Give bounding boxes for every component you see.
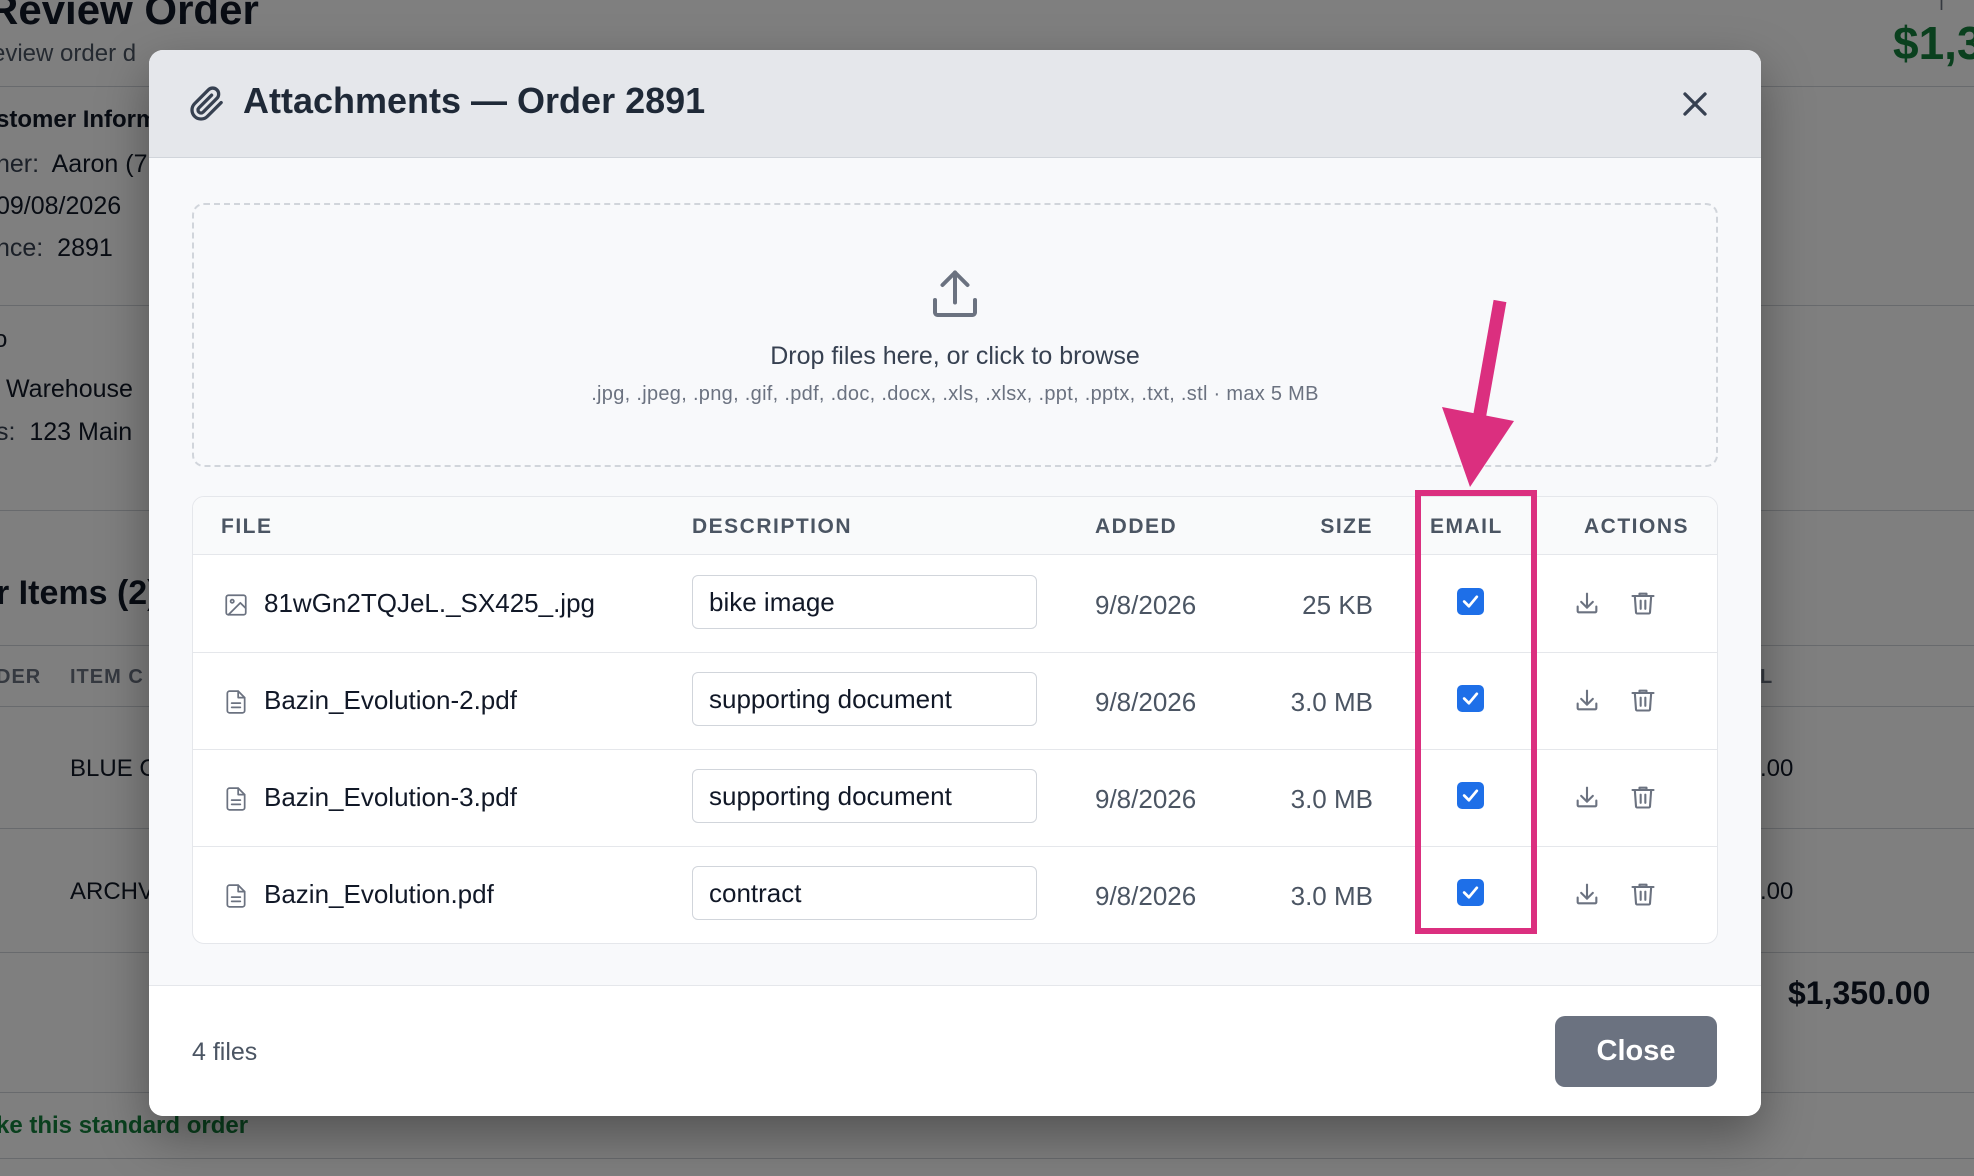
upload-icon (933, 270, 977, 317)
download-icon[interactable] (1573, 880, 1601, 908)
modal-title: Attachments — Order 2891 (243, 80, 706, 121)
file-size: 3.0 MB (1290, 881, 1373, 911)
modal-header: Attachments — Order 2891 (149, 50, 1761, 158)
download-icon[interactable] (1573, 686, 1601, 714)
description-input[interactable] (692, 575, 1037, 629)
file-name: Bazin_Evolution-3.pdf (264, 782, 517, 812)
col-size: SIZE (1320, 515, 1373, 538)
description-input[interactable] (692, 672, 1037, 726)
file-size: 25 KB (1302, 590, 1373, 620)
download-icon[interactable] (1573, 783, 1601, 811)
paperclip-icon (190, 86, 223, 121)
trash-icon[interactable] (1629, 686, 1657, 714)
description-input[interactable] (692, 769, 1037, 823)
image-file-icon (225, 594, 247, 616)
added-date: 9/8/2026 (1095, 590, 1197, 620)
file-name: 81wGn2TQJeL._SX425_.jpg (264, 588, 595, 618)
document-file-icon (226, 884, 246, 908)
document-file-icon (226, 690, 246, 714)
added-date: 9/8/2026 (1095, 881, 1197, 911)
email-column-highlight (1415, 490, 1537, 934)
col-description: DESCRIPTION (692, 515, 853, 538)
modal-footer: 4 files Close (149, 985, 1761, 1116)
annotation-arrow-icon (1442, 299, 1514, 487)
trash-icon[interactable] (1629, 589, 1657, 617)
trash-icon[interactable] (1629, 783, 1657, 811)
file-name: Bazin_Evolution-2.pdf (264, 685, 517, 715)
col-actions: ACTIONS (1584, 515, 1689, 538)
file-count: 4 files (192, 1038, 258, 1066)
col-file: FILE (221, 515, 273, 538)
close-icon[interactable] (1675, 84, 1715, 124)
download-icon[interactable] (1573, 589, 1601, 617)
added-date: 9/8/2026 (1095, 687, 1197, 717)
added-date: 9/8/2026 (1095, 784, 1197, 814)
file-size: 3.0 MB (1290, 687, 1373, 717)
close-button[interactable]: Close (1555, 1016, 1717, 1087)
col-added: ADDED (1095, 515, 1178, 538)
description-input[interactable] (692, 866, 1037, 920)
document-file-icon (226, 787, 246, 811)
file-name: Bazin_Evolution.pdf (264, 879, 494, 909)
trash-icon[interactable] (1629, 880, 1657, 908)
file-size: 3.0 MB (1290, 784, 1373, 814)
